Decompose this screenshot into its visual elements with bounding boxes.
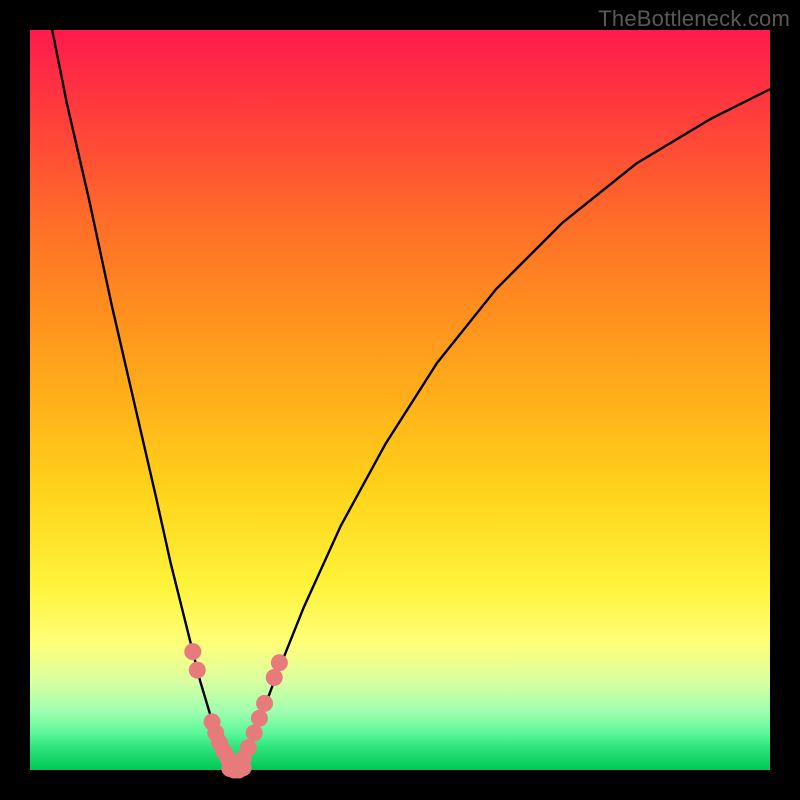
highlight-dot — [266, 669, 283, 686]
highlight-dot — [271, 654, 288, 671]
watermark-text: TheBottleneck.com — [598, 6, 790, 32]
chart-frame: TheBottleneck.com — [0, 0, 800, 800]
curve-group — [52, 30, 770, 770]
highlight-dot — [256, 695, 273, 712]
curve-svg — [30, 30, 770, 770]
highlight-dot — [235, 759, 252, 776]
highlight-dot — [189, 662, 206, 679]
highlight-dot — [246, 725, 263, 742]
highlight-dot — [251, 710, 268, 727]
highlight-dot — [240, 739, 257, 756]
highlight-dots — [184, 643, 288, 778]
bottleneck-curve-right — [237, 89, 770, 770]
plot-area — [30, 30, 770, 770]
highlight-dot — [184, 643, 201, 660]
bottleneck-curve-left — [52, 30, 237, 770]
